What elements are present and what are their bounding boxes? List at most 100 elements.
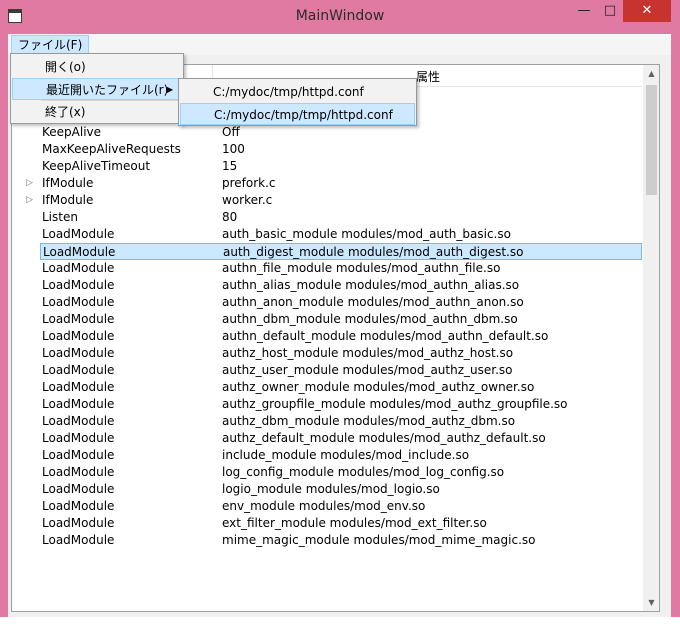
tree-row-value: auth_basic_module modules/mod_auth_basic…	[222, 227, 511, 241]
tree-row-name: LoadModule	[42, 465, 115, 479]
recent-file-item[interactable]: C:/mydoc/tmp/tmp/httpd.conf	[180, 103, 415, 125]
tree-row[interactable]: LoadModule authz_groupfile_module modules…	[12, 396, 642, 413]
tree-row[interactable]: LoadModule auth_basic_module modules/mod_…	[12, 226, 642, 243]
menu-item-open[interactable]: 開く(o)	[11, 56, 183, 78]
submenu-arrow-icon: ▶	[167, 85, 174, 94]
title-bar[interactable]: MainWindow — □ ✕	[0, 0, 680, 35]
menu-item-exit[interactable]: 終了(x)	[11, 101, 183, 123]
tree-row[interactable]: LoadModule auth_digest_module modules/mod…	[40, 243, 642, 260]
tree-row-value: env_module modules/mod_env.so	[222, 499, 426, 513]
tree-row-name: LoadModule	[42, 380, 115, 394]
tree-row-value: log_config_module modules/mod_log_config…	[222, 465, 505, 479]
menu-item-label: 開く(o)	[45, 60, 86, 74]
tree-row-value: auth_digest_module modules/mod_auth_dige…	[223, 245, 524, 259]
tree-row[interactable]: LoadModule mime_magic_module modules/mod_…	[12, 532, 642, 549]
tree-row[interactable]: ▷ IfModule prefork.c	[12, 175, 642, 192]
tree-row-name: LoadModule	[42, 312, 115, 326]
tree-row-name: LoadModule	[42, 516, 115, 530]
tree-row-value: prefork.c	[222, 176, 276, 190]
tree-row-value: logio_module modules/mod_logio.so	[222, 482, 440, 496]
tree-row[interactable]: LoadModule logio_module modules/mod_logio…	[12, 481, 642, 498]
config-tree-view[interactable]: 属性 PidFilerun/httpd.pidTimeout120KeepAli…	[11, 64, 660, 612]
menu-item-label: 終了(x)	[45, 105, 86, 119]
column-header-attribute[interactable]: 属性	[416, 68, 440, 85]
main-window: MainWindow — □ ✕ ファイル(F) 属性 PidFilerun/h…	[0, 0, 680, 625]
tree-row[interactable]: LoadModule authz_dbm_module modules/mod_a…	[12, 413, 642, 430]
tree-row[interactable]: LoadModule authn_default_module modules/m…	[12, 328, 642, 345]
tree-row[interactable]: Listen 80	[12, 209, 642, 226]
tree-row[interactable]: LoadModule authn_alias_module modules/mod…	[12, 277, 642, 294]
tree-row-name: LoadModule	[42, 295, 115, 309]
menu-item-label: 最近開いたファイル(r)	[46, 83, 169, 97]
expand-arrow-icon[interactable]: ▷	[26, 175, 33, 192]
tree-row-name: LoadModule	[42, 431, 115, 445]
menu-item-recent-files[interactable]: 最近開いたファイル(r) ▶	[12, 78, 182, 100]
tree-row-name: IfModule	[42, 193, 94, 207]
tree-row[interactable]: LoadModule authz_default_module modules/m…	[12, 430, 642, 447]
tree-row[interactable]: LoadModule include_module modules/mod_inc…	[12, 447, 642, 464]
expand-arrow-icon[interactable]: ▷	[26, 192, 33, 209]
tree-row-name: LoadModule	[42, 448, 115, 462]
tree-row[interactable]: LoadModule authn_anon_module modules/mod_…	[12, 294, 642, 311]
tree-row-value: ext_filter_module modules/mod_ext_filter…	[222, 516, 487, 530]
tree-row-value: worker.c	[222, 193, 273, 207]
tree-row-value: authz_host_module modules/mod_authz_host…	[222, 346, 514, 360]
tree-row-name: LoadModule	[42, 533, 115, 547]
tree-row-value: include_module modules/mod_include.so	[222, 448, 470, 462]
tree-row[interactable]: MaxKeepAliveRequests 100	[12, 141, 642, 158]
vertical-scrollbar[interactable]: ▲ ▼	[643, 65, 659, 611]
tree-row[interactable]: LoadModule env_module modules/mod_env.so	[12, 498, 642, 515]
tree-row-value: 100	[222, 142, 245, 156]
tree-row-name: LoadModule	[42, 346, 115, 360]
tree-row-value: 15	[222, 159, 238, 173]
tree-row-name: IfModule	[42, 176, 94, 190]
tree-row-name: KeepAliveTimeout	[42, 159, 151, 173]
tree-row[interactable]: LoadModule authn_file_module modules/mod_…	[12, 260, 642, 277]
tree-row-name: LoadModule	[42, 261, 115, 275]
tree-row-name: LoadModule	[42, 397, 115, 411]
recent-file-label: C:/mydoc/tmp/httpd.conf	[213, 85, 364, 99]
tree-row-value: authn_dbm_module modules/mod_authn_dbm.s…	[222, 312, 518, 326]
tree-row-value: authz_owner_module modules/mod_authz_own…	[222, 380, 535, 394]
tree-row-value: authn_default_module modules/mod_authn_d…	[222, 329, 549, 343]
tree-row-value: authz_default_module modules/mod_authz_d…	[222, 431, 546, 445]
tree-row-value: authn_alias_module modules/mod_authn_ali…	[222, 278, 520, 292]
tree-row[interactable]: LoadModule ext_filter_module modules/mod_…	[12, 515, 642, 532]
tree-row[interactable]: ▷ IfModule worker.c	[12, 192, 642, 209]
tree-row[interactable]: LoadModule authn_dbm_module modules/mod_a…	[12, 311, 642, 328]
tree-row-value: authz_dbm_module modules/mod_authz_dbm.s…	[222, 414, 516, 428]
file-menu-dropdown: 開く(o) 最近開いたファイル(r) ▶ 終了(x)	[10, 53, 184, 124]
menu-bar: ファイル(F)	[8, 34, 671, 55]
tree-row-value: mime_magic_module modules/mod_mime_magic…	[222, 533, 536, 547]
tree-row-name: LoadModule	[42, 499, 115, 513]
tree-row-name: LoadModule	[42, 329, 115, 343]
tree-row-value: authz_user_module modules/mod_authz_user…	[222, 363, 513, 377]
tree-row-value: authn_file_module modules/mod_authn_file…	[222, 261, 501, 275]
tree-row-name: KeepAlive	[42, 125, 102, 139]
tree-row-value: authz_groupfile_module modules/mod_authz…	[222, 397, 568, 411]
tree-row-name: LoadModule	[42, 227, 115, 241]
recent-file-item[interactable]: C:/mydoc/tmp/httpd.conf	[179, 81, 416, 103]
tree-row-value: Off	[222, 125, 240, 139]
tree-row-name: MaxKeepAliveRequests	[42, 142, 181, 156]
tree-row-name: LoadModule	[42, 363, 115, 377]
tree-row[interactable]: KeepAliveTimeout 15	[12, 158, 642, 175]
minimize-button[interactable]: —	[571, 0, 597, 22]
background-strip	[0, 617, 680, 625]
scroll-thumb[interactable]	[646, 85, 657, 195]
tree-row-name: LoadModule	[43, 245, 116, 259]
tree-row-value: 80	[222, 210, 238, 224]
tree-row[interactable]: LoadModule authz_user_module modules/mod_…	[12, 362, 642, 379]
tree-row-name: Listen	[42, 210, 78, 224]
scroll-down-icon[interactable]: ▼	[643, 594, 659, 611]
tree-row[interactable]: LoadModule authz_owner_module modules/mod…	[12, 379, 642, 396]
scroll-up-icon[interactable]: ▲	[643, 65, 659, 82]
tree-row-name: LoadModule	[42, 278, 115, 292]
maximize-button[interactable]: □	[597, 0, 623, 22]
tree-row[interactable]: LoadModule authz_host_module modules/mod_…	[12, 345, 642, 362]
tree-row[interactable]: LoadModule log_config_module modules/mod_…	[12, 464, 642, 481]
tree-row[interactable]: KeepAlive Off	[12, 124, 642, 141]
recent-file-label: C:/mydoc/tmp/tmp/httpd.conf	[214, 108, 393, 122]
close-button[interactable]: ✕	[623, 0, 671, 22]
menu-file[interactable]: ファイル(F)	[11, 35, 90, 54]
